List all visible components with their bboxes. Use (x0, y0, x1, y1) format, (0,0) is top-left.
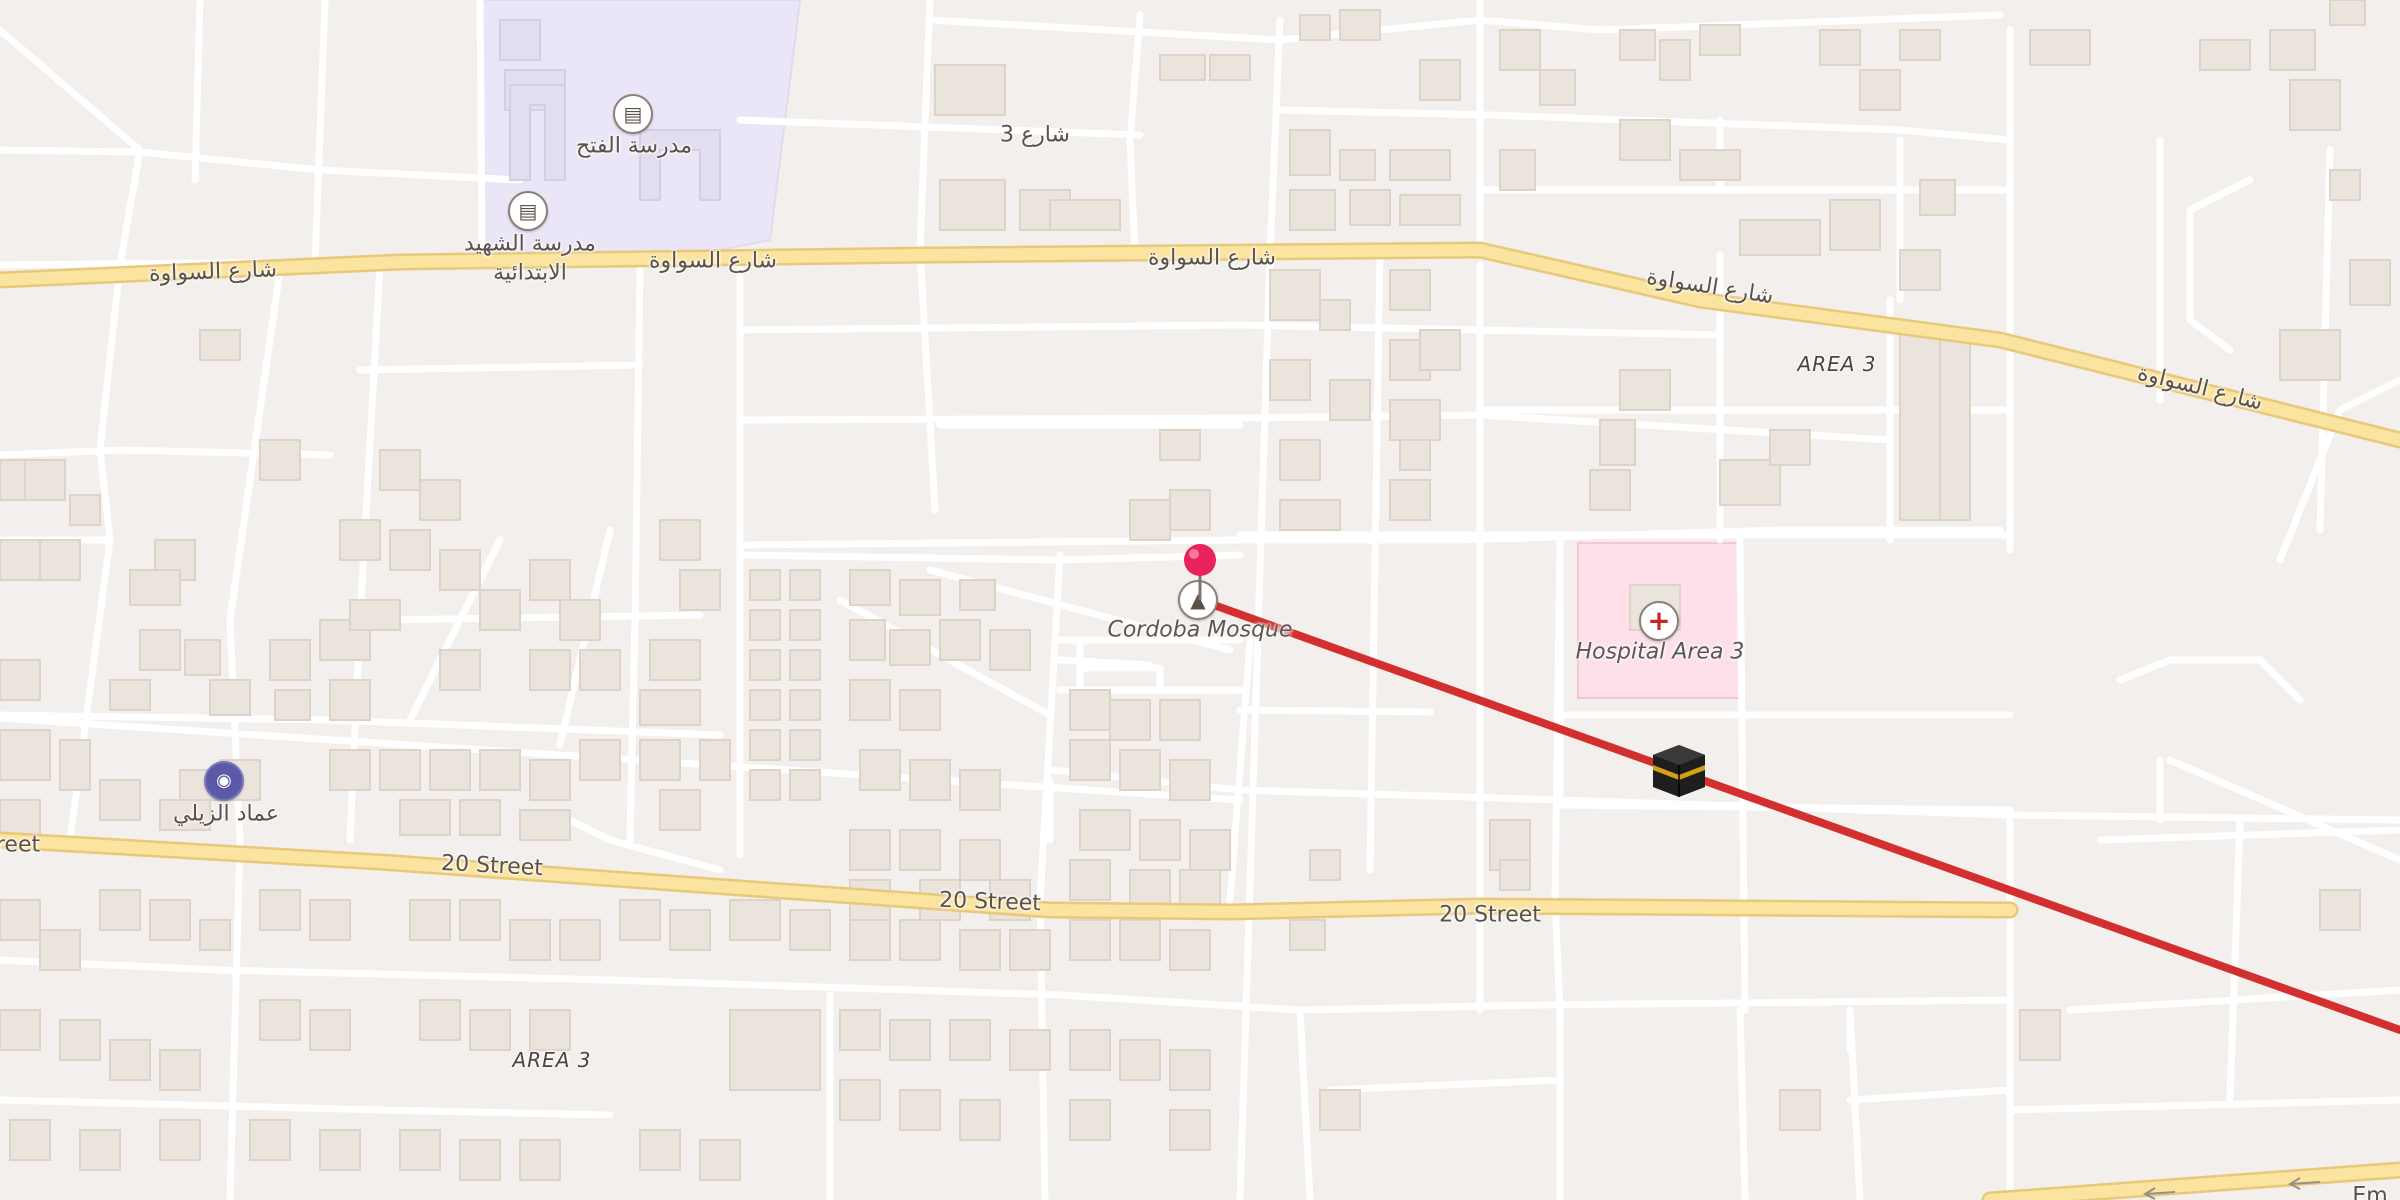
poi-label-school-shaheed-line1[interactable]: مدرسة الشهيد (464, 232, 596, 257)
road-label-sawawa-1: شارع السواوة (148, 257, 278, 287)
school-icon[interactable]: ▤ (613, 94, 653, 134)
poi-label-mosque[interactable]: Cordoba Mosque (1107, 618, 1292, 643)
school-icon[interactable]: ▤ (508, 191, 548, 231)
road-label-bottom-right: Em (2352, 1183, 2388, 1200)
poi-label-school-shaheed-line2[interactable]: الابتدائية (493, 261, 567, 286)
kaaba-icon[interactable] (1650, 743, 1708, 799)
road-label-sawawa-3: شارع السواوة (1148, 245, 1276, 271)
poi-label-camera-place[interactable]: عماد الزيلي (173, 802, 279, 827)
road-label-street20-2: 20 Street (938, 887, 1042, 917)
road-label-street-3: شارع 3 (1000, 122, 1070, 148)
area-label-top: AREA 3 (1797, 352, 1877, 376)
road-label-sawawa-2: شارع السواوة (649, 248, 777, 274)
location-pin-icon[interactable] (1180, 542, 1220, 602)
road-label-street20-partial: reet (0, 832, 41, 858)
camera-icon[interactable]: ◉ (204, 761, 244, 801)
road-label-street20-1: 20 Street (440, 850, 544, 882)
poi-label-school-fateh[interactable]: مدرسة الفتح (576, 134, 692, 159)
hospital-cross-icon[interactable]: + (1639, 601, 1679, 641)
poi-label-hospital[interactable]: Hospital Area 3 (1576, 640, 1745, 665)
area-label-bottom: AREA 3 (512, 1048, 592, 1072)
road-label-street20-3: 20 Street (1439, 902, 1541, 928)
